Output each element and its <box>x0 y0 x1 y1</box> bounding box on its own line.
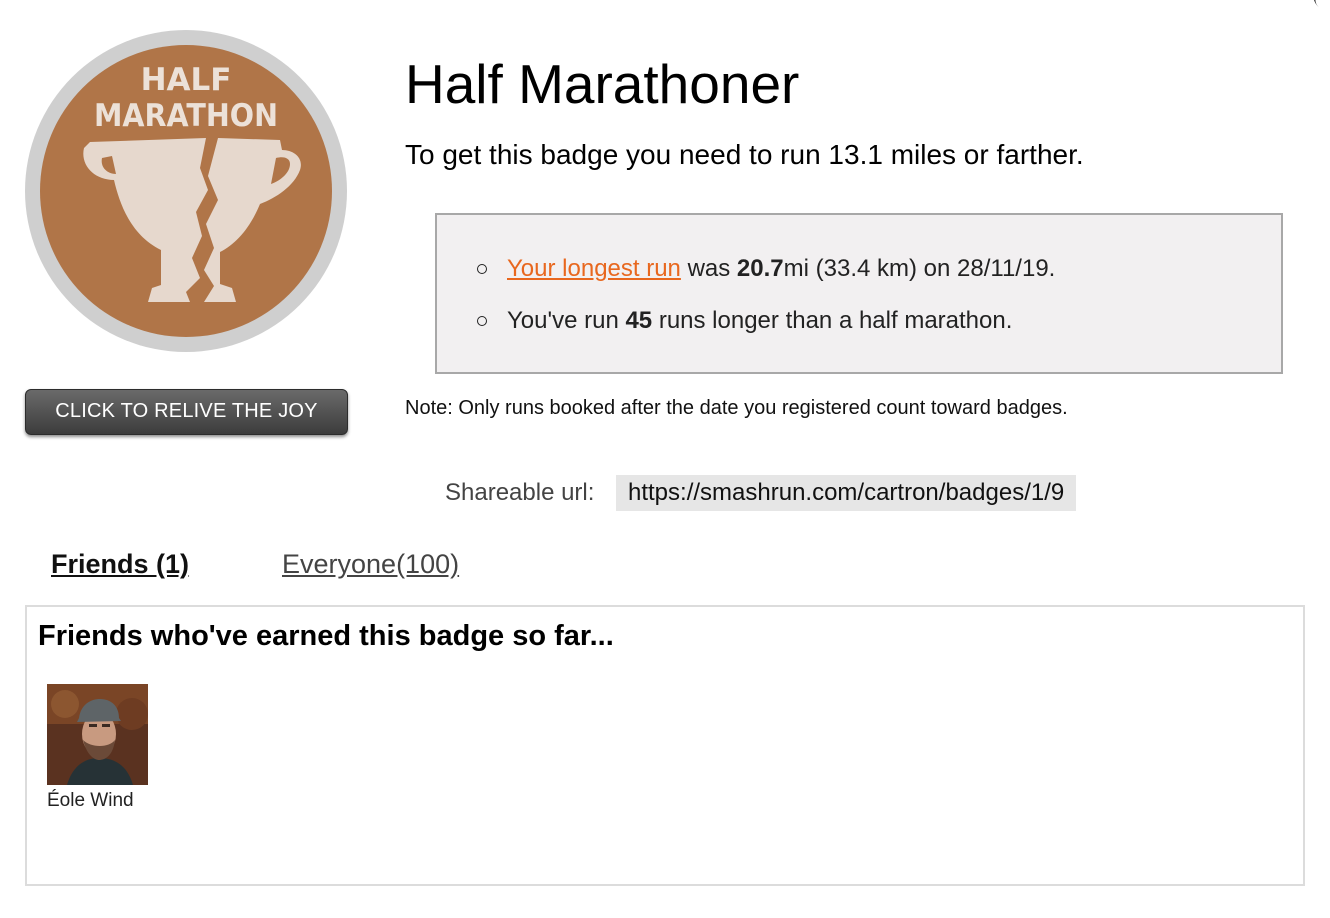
friend-item[interactable]: Éole Wind <box>47 684 148 811</box>
shareable-url-label: Shareable url: <box>445 479 595 506</box>
longest-run-value: 20.7 <box>736 255 784 282</box>
badge-note: Note: Only runs booked after the date yo… <box>405 397 1068 419</box>
badge-description: To get this badge you need to run 13.1 m… <box>405 139 1084 170</box>
friends-panel-heading: Friends who've earned this badge so far.… <box>38 620 614 652</box>
run-count-prefix: You've run <box>507 307 626 334</box>
bullet-icon <box>477 316 487 326</box>
bullet-icon <box>477 264 487 274</box>
badge-art-line2: MARATHON <box>94 98 278 134</box>
badge-title: Half Marathoner <box>405 53 800 115</box>
run-count-suffix: runs longer than a half marathon. <box>652 307 1013 334</box>
corner-decoration <box>1308 0 1330 16</box>
run-count-value: 45 <box>625 307 653 334</box>
friend-avatar[interactable] <box>47 684 148 785</box>
friends-panel: Friends who've earned this badge so far.… <box>25 605 1305 886</box>
longest-run-was: was <box>680 255 737 282</box>
half-marathon-count-stat: You've run 45 runs longer than a half ma… <box>507 307 1012 335</box>
tab-everyone[interactable]: Everyone(100) <box>282 549 459 580</box>
badge-stats-box: Your longest run was 20.7mi (33.4 km) on… <box>435 213 1283 374</box>
badge-art-line1: HALF <box>141 62 232 98</box>
longest-run-link[interactable]: Your longest run <box>507 255 681 282</box>
half-marathon-badge-image: HALF MARATHON <box>25 30 347 352</box>
longest-run-stat: Your longest run was 20.7mi (33.4 km) on… <box>507 255 1055 283</box>
longest-run-detail: mi (33.4 km) on 28/11/19. <box>783 255 1056 282</box>
shareable-url-field[interactable]: https://smashrun.com/cartron/badges/1/9 <box>616 475 1077 511</box>
relive-the-joy-button[interactable]: CLICK TO RELIVE THE JOY <box>25 389 348 435</box>
tab-friends[interactable]: Friends (1) <box>51 549 189 580</box>
friend-name[interactable]: Éole Wind <box>47 790 134 812</box>
